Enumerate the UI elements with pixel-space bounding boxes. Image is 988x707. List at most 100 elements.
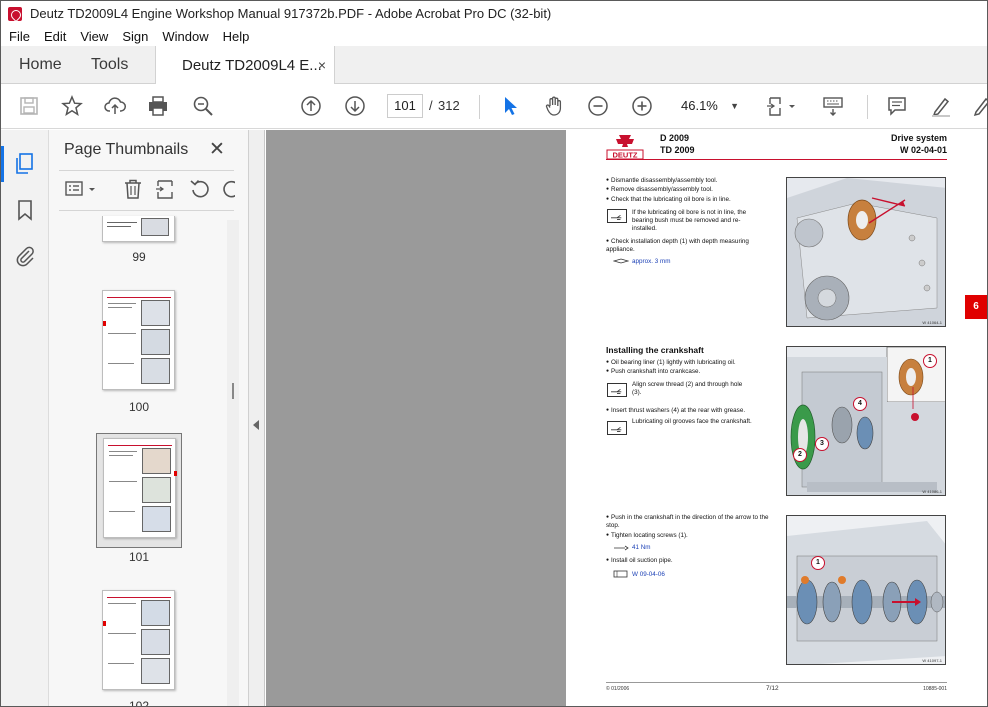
thumbnail-options-chevron-icon[interactable]	[87, 178, 97, 200]
toolbar: 101 / 312 46.1% ▼	[1, 84, 987, 129]
figure-bearing-bush: W 41064-1	[786, 177, 946, 327]
tab-row: Home Tools Deutz TD2009L4 E... ×	[1, 46, 987, 85]
step-text: Push crankshaft into crankcase.	[606, 368, 700, 376]
panel-splitter[interactable]	[249, 130, 265, 706]
figure-crankshaft-screws: 1 W 41097-1	[786, 515, 946, 665]
page-separator: /	[429, 98, 433, 113]
page-number-input[interactable]: 101	[387, 94, 423, 118]
thumbnail-options-icon[interactable]	[65, 178, 87, 200]
tab-tools[interactable]: Tools	[91, 46, 128, 84]
note-hand-icon	[607, 421, 627, 435]
acrobat-window: Deutz TD2009L4 Engine Workshop Manual 91…	[0, 0, 988, 707]
page-thumbnail-102[interactable]	[102, 590, 175, 690]
thumbnail-label-100: 100	[128, 400, 150, 414]
previous-page-icon[interactable]	[299, 94, 323, 118]
chapter-tab[interactable]: 6	[965, 295, 987, 319]
toolbar-divider	[479, 95, 480, 119]
note-hand-icon	[607, 209, 627, 223]
rotate-counterclockwise-icon[interactable]	[189, 178, 211, 200]
note-text: If the lubricating oil bore is not in li…	[632, 209, 747, 232]
page-display-icon[interactable]	[765, 94, 789, 118]
measuring-tool-icon	[613, 258, 629, 264]
page-total: 312	[438, 98, 460, 113]
figure-caption: W 41064-1	[922, 320, 942, 325]
step-text: Install oil suction pipe.	[606, 557, 673, 565]
menu-sign[interactable]: Sign	[115, 29, 155, 44]
delete-page-icon[interactable]	[122, 178, 144, 200]
callout-1: 1	[811, 556, 825, 570]
menu-file[interactable]: File	[1, 29, 37, 44]
figure-caption: W 41086-1	[922, 489, 942, 494]
header-model-2: TD 2009	[660, 145, 695, 155]
menu-help[interactable]: Help	[216, 29, 257, 44]
rotate-clockwise-icon[interactable]	[221, 178, 235, 200]
reference-book-icon	[613, 570, 628, 578]
callout-3: 3	[815, 437, 829, 451]
scrollbar-grip[interactable]	[232, 383, 234, 399]
tab-close-icon[interactable]: ×	[318, 57, 326, 73]
highlight-pen-icon[interactable]	[929, 94, 953, 118]
select-cursor-icon[interactable]	[498, 94, 522, 118]
menu-window[interactable]: Window	[155, 29, 215, 44]
insert-page-icon[interactable]	[155, 178, 177, 200]
step-text: Insert thrust washers (4) at the rear wi…	[606, 407, 776, 415]
zoom-level-select[interactable]: 46.1% ▼	[675, 94, 745, 118]
reference-link[interactable]: W 09-04-06	[632, 571, 665, 578]
keyboard-scroll-icon[interactable]	[821, 94, 845, 118]
menu-bar: File Edit View Sign Window Help	[1, 26, 987, 46]
page-thumbnails-icon[interactable]	[1, 146, 37, 182]
next-page-icon[interactable]	[343, 94, 367, 118]
menu-view[interactable]: View	[73, 29, 115, 44]
tab-document-label: Deutz TD2009L4 E...	[182, 57, 322, 74]
collapse-panel-arrow-icon[interactable]	[253, 420, 259, 430]
torque-wrench-icon	[614, 545, 629, 551]
attachments-paperclip-icon[interactable]	[13, 244, 37, 268]
thumbnail-label-99: 99	[132, 250, 146, 264]
document-background	[266, 130, 566, 706]
panel-title: Page Thumbnails	[64, 141, 189, 158]
header-model-1: D 2009	[660, 133, 690, 143]
thumbnail-scrollbar[interactable]	[227, 220, 239, 706]
footer-doc-number: 10885-001	[923, 686, 947, 692]
menu-edit[interactable]: Edit	[37, 29, 73, 44]
note-hand-icon	[607, 383, 627, 397]
acrobat-app-icon	[8, 6, 22, 21]
note-text: Lubricating oil grooves face the cranksh…	[632, 418, 752, 425]
step-text: Tighten locating screws (1).	[606, 532, 688, 540]
panel-divider	[59, 210, 234, 211]
thumbnail-label-102: 102	[128, 699, 150, 707]
page-thumbnail-101[interactable]	[103, 438, 177, 538]
header-rule	[606, 159, 947, 160]
upload-cloud-icon[interactable]	[103, 94, 127, 118]
header-section: Drive system	[890, 133, 947, 143]
tab-document[interactable]: Deutz TD2009L4 E... ×	[155, 46, 335, 85]
comment-icon[interactable]	[885, 94, 909, 118]
callout-4: 4	[853, 397, 867, 411]
zoom-search-icon[interactable]	[191, 94, 215, 118]
zoom-in-icon[interactable]	[630, 94, 654, 118]
footer-page-number: 7/12	[766, 685, 779, 692]
bookmark-star-icon[interactable]	[60, 94, 84, 118]
save-icon[interactable]	[17, 94, 41, 118]
thumbnail-tools	[59, 176, 239, 204]
zoom-out-icon[interactable]	[586, 94, 610, 118]
page-thumbnail-100[interactable]	[102, 290, 175, 390]
draw-pen-icon[interactable]	[969, 94, 987, 118]
chevron-down-icon: ▼	[730, 101, 739, 111]
hand-tool-icon[interactable]	[542, 94, 566, 118]
title-bar: Deutz TD2009L4 Engine Workshop Manual 91…	[1, 1, 987, 26]
note-text: Align screw thread (2) and through hole …	[632, 381, 743, 396]
header-code: W 02-04-01	[899, 145, 947, 155]
spec-value: approx. 3 mm	[632, 258, 671, 265]
left-navigation-rail	[1, 130, 49, 706]
window-title: Deutz TD2009L4 Engine Workshop Manual 91…	[30, 6, 552, 21]
print-icon[interactable]	[146, 94, 170, 118]
footer-rule	[606, 682, 947, 683]
toolbar-divider	[867, 95, 868, 119]
zoom-level-value: 46.1%	[681, 98, 718, 113]
bookmarks-icon[interactable]	[13, 198, 37, 222]
panel-close-icon[interactable]: ✕	[209, 138, 225, 161]
page-thumbnail-99[interactable]	[102, 216, 175, 242]
page-display-chevron-icon[interactable]	[787, 94, 797, 118]
tab-home[interactable]: Home	[19, 46, 62, 84]
